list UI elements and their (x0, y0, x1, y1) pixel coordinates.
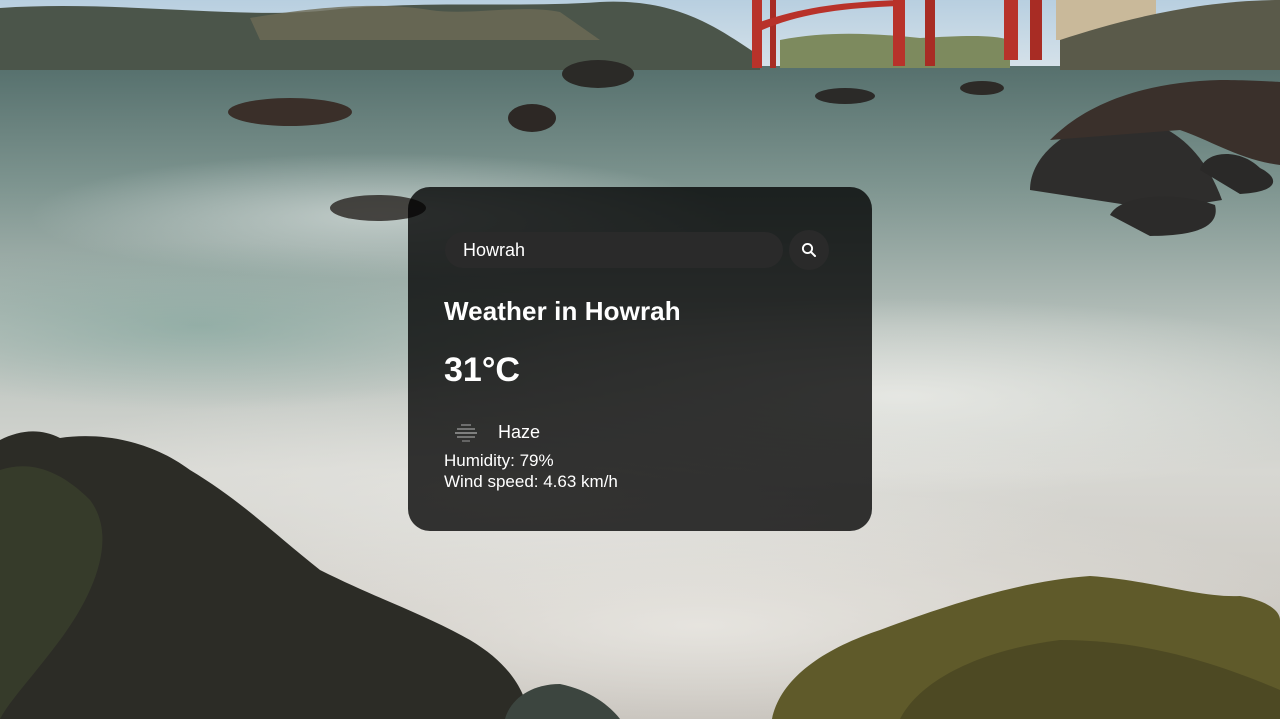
wind-speed-text: Wind speed: 4.63 km/h (444, 472, 618, 491)
haze-icon (444, 416, 488, 448)
weather-condition: Haze (444, 416, 836, 448)
weather-card: Weather in Howrah 31°C Haze Humidity: 79… (408, 187, 872, 531)
condition-text: Haze (498, 422, 541, 442)
search-icon (801, 242, 816, 257)
search-button[interactable] (789, 230, 829, 270)
weather-title: Weather in Howrah (444, 296, 681, 326)
city-search-input[interactable] (445, 232, 783, 268)
search-bar (444, 230, 836, 270)
humidity-text: Humidity: 79% (444, 451, 554, 470)
temperature: 31°C (444, 351, 520, 389)
